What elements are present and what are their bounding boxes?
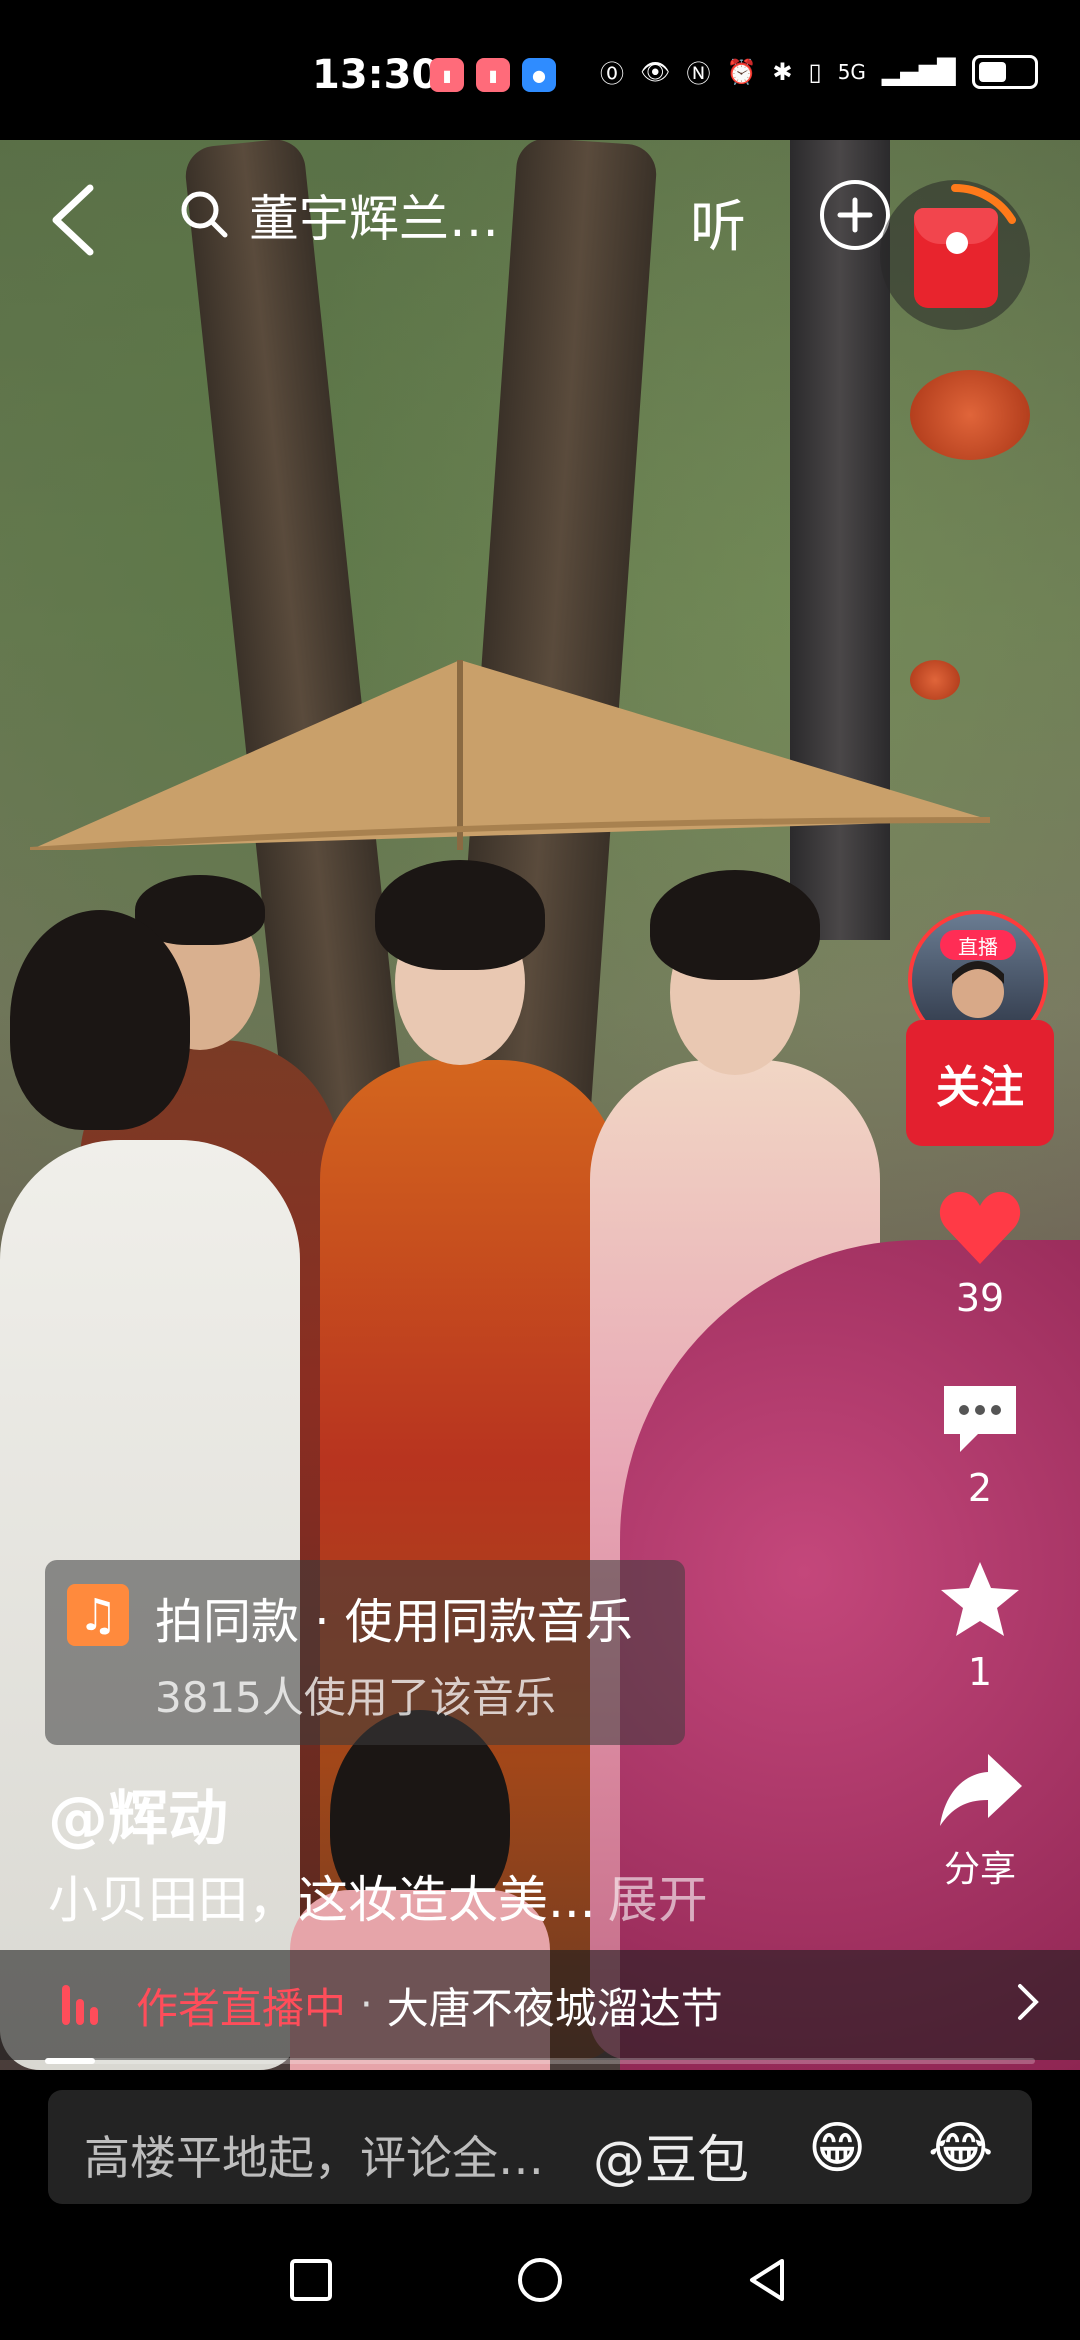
- comment-placeholder: 高楼平地起，评论全…: [84, 2131, 544, 2185]
- person-hair: [650, 870, 820, 980]
- chevron-right-icon: [1018, 1984, 1039, 2020]
- like-button[interactable]: 39: [900, 1190, 1060, 1320]
- caption[interactable]: 小贝田田，这妆造太美... 展开: [48, 1860, 708, 1932]
- plus-icon: [837, 197, 873, 233]
- book-app-icon: ▮: [430, 58, 464, 92]
- eye-icon: 👁: [640, 57, 671, 86]
- music-note-icon: ♫: [67, 1584, 129, 1646]
- battery-icon: [971, 54, 1038, 89]
- system-icons: ⓪ 👁 Ⓝ ⏰ ✱ ▯ 5G ▂▄▆█: [600, 54, 1038, 89]
- umbrella: [30, 660, 990, 850]
- share-button[interactable]: 分享: [900, 1750, 1060, 1892]
- red-packet-button[interactable]: [880, 180, 1030, 330]
- status-bar: 13:30 ▮ ▮ ● ⓪ 👁 Ⓝ ⏰ ✱ ▯ 5G ▂▄▆█: [0, 0, 1080, 140]
- live-title: 大唐不夜城溜达节: [386, 1983, 723, 2033]
- recent-apps-icon[interactable]: [286, 2255, 336, 2305]
- bluetooth-icon: ✱: [772, 57, 793, 86]
- heart-icon: [939, 1191, 1021, 1264]
- red-packet-icon: [914, 208, 998, 308]
- comments-count: 2: [967, 1466, 993, 1510]
- person-hair: [10, 910, 190, 1130]
- search-query: 董宇辉兰…: [249, 190, 499, 248]
- favorite-button[interactable]: 1: [900, 1560, 1060, 1694]
- back-nav-icon[interactable]: [744, 2255, 794, 2305]
- video-progress-bar[interactable]: [45, 2058, 1035, 2064]
- author-name[interactable]: @辉动: [48, 1770, 228, 1857]
- listen-button[interactable]: 听: [690, 182, 746, 263]
- hd-call-icon: ⓪: [600, 60, 624, 88]
- follow-button[interactable]: 关注: [906, 1020, 1054, 1146]
- share-icon: [940, 1754, 1022, 1826]
- music-usage-count: 3815人使用了该音乐: [155, 1673, 556, 1722]
- video-progress-fill: [45, 2058, 95, 2064]
- favorites-count: 1: [967, 1650, 993, 1694]
- search-bar[interactable]: 董宇辉兰…: [175, 172, 585, 258]
- home-icon[interactable]: [515, 2255, 565, 2305]
- star-icon: [941, 1562, 1019, 1636]
- status-time: 13:30: [312, 52, 440, 98]
- mention-doubao-button[interactable]: @豆包: [593, 2118, 749, 2193]
- nfc-icon: Ⓝ: [686, 60, 711, 88]
- alarm-icon: ⏰: [726, 57, 757, 86]
- battery-fill: [978, 61, 1006, 82]
- bottom-area: 高楼平地起，评论全… @豆包 😁 😂: [0, 2070, 1080, 2340]
- signal-icon: ▂▄▆█: [881, 57, 956, 86]
- lantern: [910, 370, 1030, 460]
- top-bar: 董宇辉兰… 听: [0, 140, 1080, 330]
- live-bars-icon: [62, 1985, 106, 2025]
- person-hair: [375, 860, 545, 970]
- search-icon: [181, 191, 228, 238]
- vibrate-icon: ▯: [808, 57, 822, 86]
- caption-text: 小贝田田，这妆造太美...: [48, 1871, 596, 1929]
- notification-icons: ▮ ▮ ●: [430, 58, 556, 92]
- share-label: 分享: [943, 1849, 1016, 1890]
- live-tag: 直播: [940, 930, 1016, 960]
- grin-emoji-button[interactable]: 😁: [808, 2116, 866, 2181]
- comment-input[interactable]: 高楼平地起，评论全… @豆包 😁 😂: [48, 2090, 1032, 2204]
- comment-button[interactable]: 2: [900, 1380, 1060, 1510]
- music-title: 拍同款 · 使用同款音乐: [155, 1594, 633, 1650]
- book-app-icon: ▮: [476, 58, 510, 92]
- car-app-icon: ●: [522, 58, 556, 92]
- laugh-emoji-button[interactable]: 😂: [928, 2116, 993, 2181]
- expand-button[interactable]: 展开: [608, 1871, 708, 1929]
- comment-icon: [944, 1386, 1016, 1452]
- likes-count: 39: [955, 1276, 1005, 1320]
- live-separator: ·: [360, 1982, 373, 2028]
- back-icon[interactable]: [40, 180, 110, 260]
- live-status: 作者直播中: [136, 1983, 347, 2033]
- network-label: 5G: [837, 59, 866, 84]
- author-live-bar[interactable]: 作者直播中 · 大唐不夜城溜达节: [0, 1950, 1080, 2060]
- music-card[interactable]: ♫ 拍同款 · 使用同款音乐 3815人使用了该音乐: [45, 1560, 685, 1745]
